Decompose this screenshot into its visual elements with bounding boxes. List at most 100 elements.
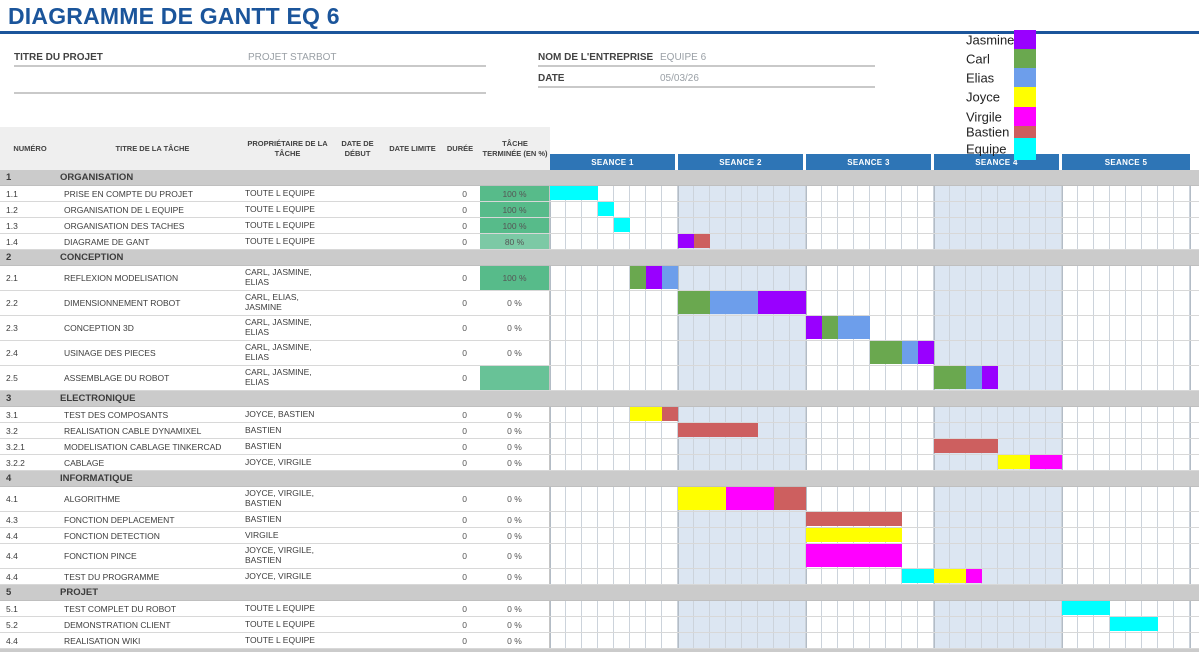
gantt-bar[interactable] — [1030, 455, 1062, 469]
task-owner-cell[interactable]: VIRGILE — [245, 528, 330, 543]
gantt-bar[interactable] — [726, 487, 774, 510]
gantt-bar[interactable] — [710, 291, 758, 314]
pct-cell[interactable]: 100 % — [480, 218, 550, 233]
date-limite-cell[interactable] — [385, 266, 440, 290]
pct-cell[interactable]: 100 % — [480, 186, 550, 201]
gantt-bar[interactable] — [694, 234, 710, 248]
duree-cell[interactable]: 0 — [440, 633, 480, 648]
duree-cell[interactable]: 0 — [440, 407, 480, 422]
date-debut-cell[interactable] — [330, 218, 385, 233]
gantt-bar[interactable] — [934, 569, 966, 583]
date-limite-cell[interactable] — [385, 601, 440, 616]
pct-cell[interactable]: 0 % — [480, 316, 550, 340]
gantt-row[interactable] — [550, 633, 1199, 648]
task-title-cell[interactable]: ORGANISATION DES TACHES — [60, 218, 245, 233]
gantt-bar[interactable] — [678, 291, 710, 314]
gantt-row[interactable] — [550, 617, 1199, 632]
duree-cell[interactable]: 0 — [440, 569, 480, 584]
gantt-row[interactable] — [550, 569, 1199, 584]
company-name-field[interactable]: NOM DE L'ENTREPRISE EQUIPE 6 — [538, 50, 875, 67]
gantt-bar[interactable] — [1062, 601, 1110, 615]
task-number-cell[interactable]: 2.1 — [0, 266, 60, 290]
gantt-bar[interactable] — [870, 341, 902, 364]
task-owner-cell[interactable]: JOYCE, VIRGILE, BASTIEN — [245, 487, 330, 511]
gantt-row[interactable] — [550, 601, 1199, 616]
task-number-cell[interactable]: 4.4 — [0, 528, 60, 543]
date-debut-cell[interactable] — [330, 266, 385, 290]
duree-cell[interactable]: 0 — [440, 202, 480, 217]
duree-cell[interactable]: 0 — [440, 544, 480, 568]
pct-cell[interactable]: 0 % — [480, 487, 550, 511]
date-debut-cell[interactable] — [330, 366, 385, 390]
date-debut-cell[interactable] — [330, 617, 385, 632]
duree-cell[interactable]: 0 — [440, 316, 480, 340]
gantt-bar[interactable] — [838, 316, 870, 339]
date-limite-cell[interactable] — [385, 512, 440, 527]
gantt-row[interactable] — [550, 186, 1199, 201]
pct-cell[interactable]: 100 % — [480, 202, 550, 217]
task-number-cell[interactable]: 2.2 — [0, 291, 60, 315]
pct-cell[interactable]: 0 % — [480, 633, 550, 648]
gantt-bar[interactable] — [774, 487, 806, 510]
gantt-bar[interactable] — [550, 186, 598, 200]
gantt-bar[interactable] — [678, 234, 694, 248]
gantt-bar[interactable] — [982, 366, 998, 389]
pct-cell[interactable] — [480, 366, 550, 390]
gantt-bar[interactable] — [1110, 617, 1158, 631]
task-title-cell[interactable]: DEMONSTRATION CLIENT — [60, 617, 245, 632]
date-debut-cell[interactable] — [330, 528, 385, 543]
task-number-cell[interactable]: 4.1 — [0, 487, 60, 511]
date-debut-cell[interactable] — [330, 601, 385, 616]
date-limite-cell[interactable] — [385, 366, 440, 390]
gantt-row[interactable] — [550, 316, 1199, 340]
task-number-cell[interactable]: 1.2 — [0, 202, 60, 217]
task-owner-cell[interactable]: CARL, ELIAS, JASMINE — [245, 291, 330, 315]
date-debut-cell[interactable] — [330, 423, 385, 438]
task-number-cell[interactable]: 3.1 — [0, 407, 60, 422]
date-limite-cell[interactable] — [385, 186, 440, 201]
pct-cell[interactable]: 0 % — [480, 617, 550, 632]
date-debut-cell[interactable] — [330, 202, 385, 217]
gantt-bar[interactable] — [598, 202, 614, 216]
task-title-cell[interactable]: FONCTION PINCE — [60, 544, 245, 568]
date-limite-cell[interactable] — [385, 439, 440, 454]
pct-cell[interactable]: 80 % — [480, 234, 550, 249]
date-debut-cell[interactable] — [330, 341, 385, 365]
task-title-cell[interactable]: REALISATION WIKI — [60, 633, 245, 648]
gantt-row[interactable] — [550, 234, 1199, 249]
pct-cell[interactable]: 0 % — [480, 439, 550, 454]
pct-cell[interactable]: 0 % — [480, 544, 550, 568]
task-number-cell[interactable]: 1.3 — [0, 218, 60, 233]
task-title-cell[interactable]: REFLEXION MODELISATION — [60, 266, 245, 290]
duree-cell[interactable]: 0 — [440, 528, 480, 543]
gantt-row[interactable] — [550, 544, 1199, 568]
task-title-cell[interactable]: ASSEMBLAGE DU ROBOT — [60, 366, 245, 390]
task-owner-cell[interactable]: CARL, JASMINE, ELIAS — [245, 366, 330, 390]
task-number-cell[interactable]: 1.1 — [0, 186, 60, 201]
gantt-bar[interactable] — [758, 291, 806, 314]
section-row[interactable]: 5PROJET — [0, 585, 1199, 601]
gantt-bar[interactable] — [630, 266, 646, 289]
duree-cell[interactable]: 0 — [440, 512, 480, 527]
task-number-cell[interactable]: 4.3 — [0, 512, 60, 527]
gantt-row[interactable] — [550, 528, 1199, 543]
date-debut-cell[interactable] — [330, 407, 385, 422]
pct-cell[interactable]: 0 % — [480, 512, 550, 527]
task-number-cell[interactable]: 2.5 — [0, 366, 60, 390]
gantt-bar[interactable] — [822, 316, 838, 339]
task-number-cell[interactable]: 3.2 — [0, 423, 60, 438]
task-title-cell[interactable]: TEST COMPLET DU ROBOT — [60, 601, 245, 616]
gantt-bar[interactable] — [934, 439, 998, 453]
date-debut-cell[interactable] — [330, 316, 385, 340]
gantt-bar[interactable] — [614, 218, 630, 232]
pct-cell[interactable]: 0 % — [480, 455, 550, 470]
duree-cell[interactable]: 0 — [440, 234, 480, 249]
task-title-cell[interactable]: ALGORITHME — [60, 487, 245, 511]
task-owner-cell[interactable]: JOYCE, BASTIEN — [245, 407, 330, 422]
section-row[interactable]: 2CONCEPTION — [0, 250, 1199, 266]
date-limite-cell[interactable] — [385, 569, 440, 584]
duree-cell[interactable]: 0 — [440, 455, 480, 470]
task-number-cell[interactable]: 4.4 — [0, 544, 60, 568]
task-owner-cell[interactable]: BASTIEN — [245, 439, 330, 454]
date-debut-cell[interactable] — [330, 186, 385, 201]
